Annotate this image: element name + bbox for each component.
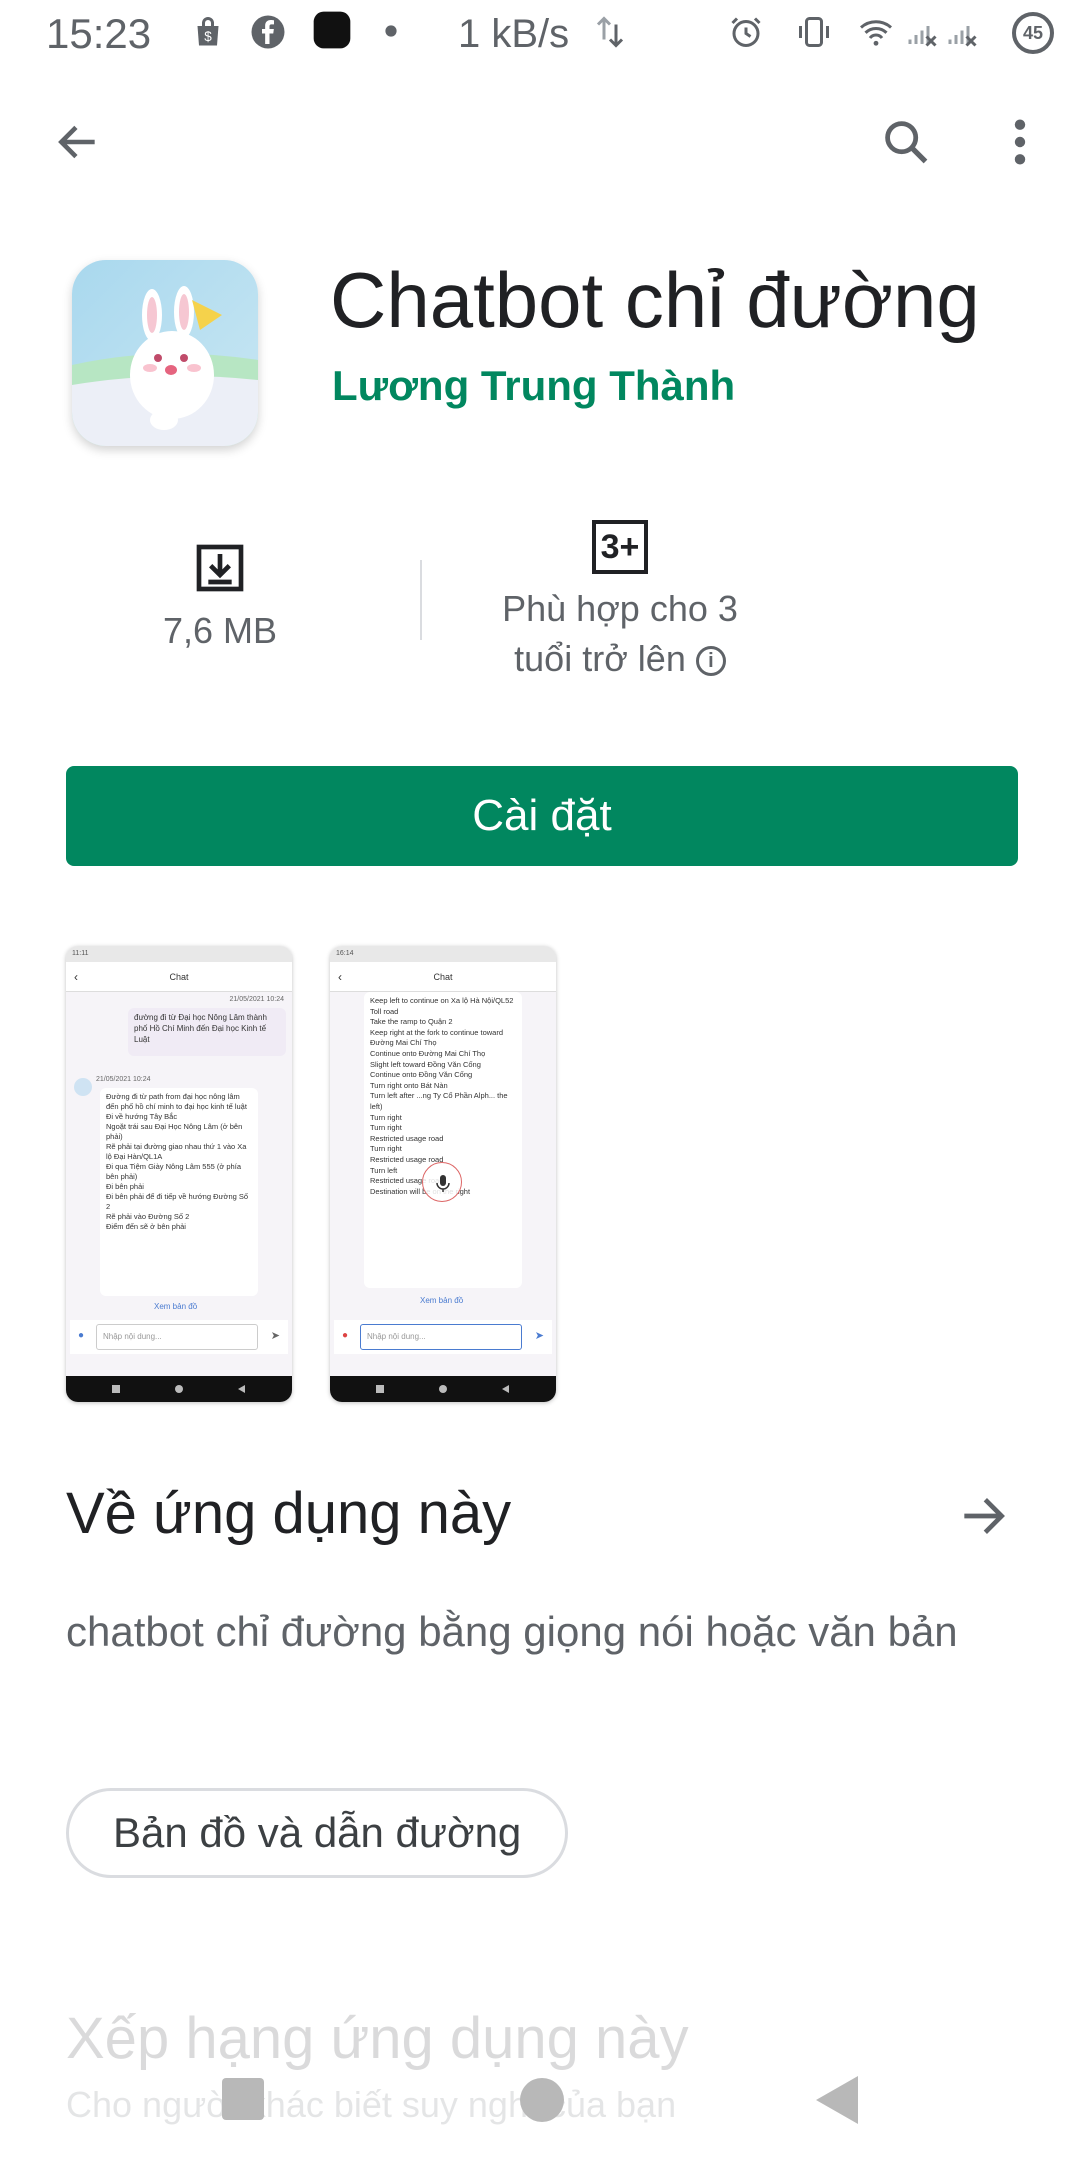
facebook-icon bbox=[250, 14, 286, 50]
screenshot-navbar bbox=[66, 1376, 292, 1402]
status-bar: 15:23 $ 1 kB/s 45 bbox=[0, 0, 1080, 70]
stats-divider bbox=[420, 560, 422, 640]
screenshot-input-bar: ● Nhập nội dung... ➤ bbox=[70, 1320, 288, 1354]
about-section-title[interactable]: Về ứng dụng này bbox=[66, 1480, 511, 1547]
info-icon[interactable]: i bbox=[695, 646, 726, 677]
screenshot-back-icon: ‹ bbox=[338, 970, 342, 984]
install-button[interactable]: Cài đặt bbox=[66, 766, 1018, 866]
screenshot-map-link: Xem bản đồ bbox=[420, 1296, 464, 1305]
content-rating-badge: 3+ bbox=[592, 520, 648, 574]
screenshot-user-message: đường đi từ Đại học Nông Lâm thành phố H… bbox=[128, 1008, 286, 1056]
status-time: 15:23 bbox=[46, 10, 152, 57]
more-notifications-dot-icon bbox=[384, 24, 398, 38]
more-options-button[interactable] bbox=[990, 110, 1050, 174]
signal-2-icon bbox=[944, 14, 980, 50]
screenshot-chat-header: ‹ Chat bbox=[66, 962, 292, 992]
app-notification-icon bbox=[312, 10, 352, 50]
back-button[interactable] bbox=[46, 110, 110, 174]
screenshot-bot-message: Đường đi từ path from đại học nông lâm đ… bbox=[100, 1088, 258, 1296]
screenshot-status-time: 11:11 bbox=[66, 946, 292, 962]
screenshot-chat-header: ‹ Chat bbox=[330, 962, 556, 992]
category-chip[interactable]: Bản đồ và dẫn đường bbox=[66, 1788, 569, 1878]
developer-link[interactable]: Lương Trung Thành bbox=[332, 362, 735, 410]
screenshot-2[interactable]: 16:14 ‹ Chat Keep left to continue on Xa… bbox=[330, 946, 556, 1402]
screenshot-bot-date: 21/05/2021 10:24 bbox=[96, 1076, 151, 1083]
home-button[interactable] bbox=[520, 2078, 564, 2122]
rate-section-title: Xếp hạng ứng dụng này bbox=[66, 2006, 689, 2071]
arrow-forward-icon bbox=[964, 1498, 1005, 1534]
screenshot-bot-avatar bbox=[74, 1078, 92, 1096]
app-title: Chatbot chỉ đường bbox=[330, 256, 980, 344]
app-description: chatbot chỉ đường bằng giọng nói hoặc vă… bbox=[66, 1608, 958, 1655]
screenshot-status-time: 16:14 bbox=[330, 946, 556, 962]
content-rating-text-line1: Phù hợp cho 3 bbox=[502, 588, 738, 629]
shopping-bag-icon: $ bbox=[190, 14, 226, 50]
screenshot-mic-icon: ● bbox=[342, 1330, 349, 1341]
screenshot-user-date: 21/05/2021 10:24 bbox=[229, 996, 285, 1003]
screenshot-recording-mic-icon bbox=[422, 1162, 462, 1202]
screenshot-bot-message: Keep left to continue on Xa lộ Hà Nội/QL… bbox=[364, 992, 522, 1288]
vibrate-icon bbox=[796, 14, 832, 50]
content-rating-text-line2-label: tuổi trở lên bbox=[514, 638, 686, 679]
rate-section-subtitle: Cho người khác biết suy nghĩ của bạn bbox=[66, 2084, 677, 2125]
more-vert-icon bbox=[1014, 119, 1026, 165]
data-transfer-icon bbox=[592, 14, 628, 50]
screenshot-map-link: Xem bản đồ bbox=[154, 1302, 198, 1311]
arrow-back-icon bbox=[58, 125, 95, 159]
screenshot-navbar bbox=[330, 1376, 556, 1402]
network-speed: 1 kB/s bbox=[458, 12, 570, 56]
about-arrow-button[interactable] bbox=[955, 1488, 1011, 1544]
screenshot-back-icon: ‹ bbox=[74, 970, 78, 984]
screenshot-mic-icon: ● bbox=[78, 1330, 85, 1341]
app-icon bbox=[72, 260, 258, 446]
screenshot-input: Nhập nội dung... bbox=[96, 1324, 258, 1350]
alarm-icon bbox=[728, 14, 764, 50]
screenshot-1[interactable]: 11:11 ‹ Chat 21/05/2021 10:24 đường đi t… bbox=[66, 946, 292, 1402]
svg-text:$: $ bbox=[204, 29, 212, 44]
system-back-button[interactable] bbox=[816, 2076, 858, 2124]
screenshot-chat-title: Chat bbox=[169, 972, 189, 982]
search-icon bbox=[885, 121, 928, 164]
content-rating-text-line2[interactable]: tuổi trở lên i bbox=[470, 638, 770, 680]
signal-1-icon bbox=[904, 14, 940, 50]
download-icon bbox=[192, 540, 248, 596]
screenshot-input-bar: ● Nhập nội dung... ➤ bbox=[334, 1320, 552, 1354]
screenshot-chat-title: Chat bbox=[433, 972, 453, 982]
battery-indicator: 45 bbox=[1012, 12, 1054, 54]
screenshot-input: Nhập nội dung... bbox=[360, 1324, 522, 1350]
recents-button[interactable] bbox=[222, 2078, 264, 2120]
wifi-icon bbox=[858, 14, 894, 50]
search-button[interactable] bbox=[874, 110, 938, 174]
screenshot-send-icon: ➤ bbox=[534, 1330, 544, 1342]
app-size: 7,6 MB bbox=[162, 610, 278, 651]
screenshot-send-icon: ➤ bbox=[270, 1330, 280, 1342]
